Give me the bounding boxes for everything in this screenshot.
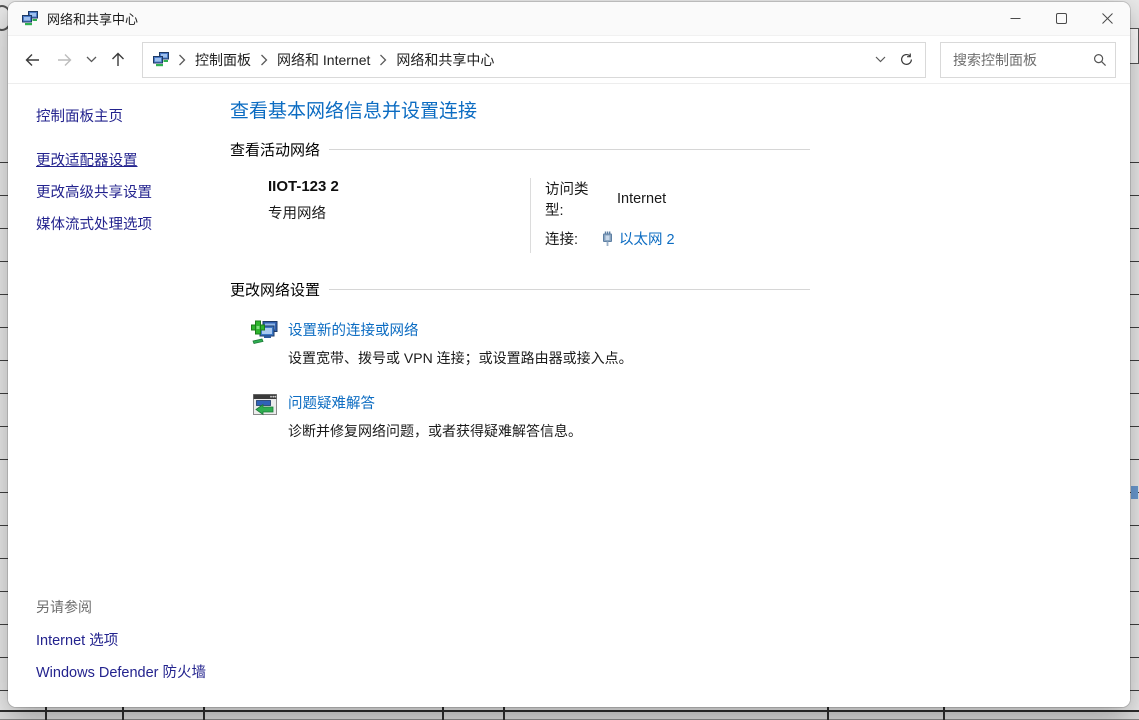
sidebar-item-media-streaming-options[interactable]: 媒体流式处理选项 [36, 213, 222, 234]
change-settings-header-row: 更改网络设置 [230, 279, 810, 300]
close-button[interactable] [1084, 2, 1130, 35]
connections-label: 连接: [545, 228, 601, 249]
sidebar-item-change-adapter-settings[interactable]: 更改适配器设置 [36, 149, 222, 170]
maximize-button[interactable] [1038, 2, 1084, 35]
task-text: 设置新的连接或网络 设置宽带、拨号或 VPN 连接；或设置路由器或接入点。 [288, 316, 633, 368]
active-networks-header-row: 查看活动网络 [230, 139, 810, 160]
sidebar-item-advanced-sharing-settings[interactable]: 更改高级共享设置 [36, 181, 222, 202]
see-also-internet-options[interactable]: Internet 选项 [36, 629, 206, 650]
network-name: IIOT-123 2 [268, 178, 530, 195]
address-bar-actions [867, 47, 919, 73]
divider [329, 289, 810, 290]
search-icon[interactable] [1093, 53, 1107, 67]
sidebar-item-control-panel-home[interactable]: 控制面板主页 [36, 105, 222, 126]
access-type-label: 访问类型: [545, 178, 601, 220]
background-grid-vline [203, 707, 205, 720]
breadcrumb-control-panel[interactable]: 控制面板 [191, 47, 255, 73]
breadcrumb-network-internet[interactable]: 网络和 Internet [273, 47, 374, 73]
active-networks-header: 查看活动网络 [230, 139, 320, 160]
recent-pages-dropdown[interactable] [82, 46, 100, 74]
chevron-right-icon [173, 51, 191, 69]
active-network-item: IIOT-123 2 专用网络 访问类型: Internet 连接: [230, 178, 810, 257]
address-bar[interactable]: 控制面板 网络和 Internet 网络和共享中心 [142, 42, 926, 78]
up-button[interactable] [104, 46, 132, 74]
background-grid-vline [503, 707, 505, 720]
sidebar: 控制面板主页 更改适配器设置 更改高级共享设置 媒体流式处理选项 另请参阅 In… [8, 84, 222, 707]
window-body: 控制面板主页 更改适配器设置 更改高级共享设置 媒体流式处理选项 另请参阅 In… [8, 84, 1130, 707]
connection-ethernet-link[interactable]: 以太网 2 [619, 228, 675, 249]
troubleshoot-icon [250, 390, 280, 420]
network-sharing-center-window: 网络和共享中心 [8, 2, 1130, 707]
search-box [940, 42, 1116, 78]
troubleshoot-link[interactable]: 问题疑难解答 [288, 392, 582, 413]
chevron-right-icon [255, 51, 273, 69]
task-setup-new-connection: 设置新的连接或网络 设置宽带、拨号或 VPN 连接；或设置路由器或接入点。 [250, 316, 810, 368]
see-also-windows-defender-firewall[interactable]: Windows Defender 防火墙 [36, 661, 206, 682]
background-grid-vline [827, 707, 829, 720]
window-controls [992, 2, 1130, 35]
back-button[interactable] [18, 46, 46, 74]
forward-button[interactable] [50, 46, 78, 74]
background-grid-vline [943, 707, 945, 720]
titlebar: 网络和共享中心 [8, 2, 1130, 36]
navigation-bar: 控制面板 网络和 Internet 网络和共享中心 [8, 36, 1130, 84]
background-grid-vline [122, 707, 124, 720]
search-input[interactable] [951, 51, 1093, 69]
change-settings-section: 更改网络设置 [230, 279, 810, 441]
network-location-icon [153, 52, 169, 68]
page-title: 查看基本网络信息并设置连接 [230, 96, 810, 123]
background-icon-fragment [1131, 486, 1138, 499]
chevron-right-icon [374, 51, 392, 69]
task-troubleshoot: 问题疑难解答 诊断并修复网络问题，或者获得疑难解答信息。 [250, 389, 810, 441]
troubleshoot-description: 诊断并修复网络问题，或者获得疑难解答信息。 [288, 421, 582, 441]
see-also-header: 另请参阅 [36, 597, 206, 617]
see-also-section: 另请参阅 Internet 选项 Windows Defender 防火墙 [36, 597, 206, 693]
window-title: 网络和共享中心 [47, 9, 138, 28]
refresh-icon[interactable] [893, 47, 919, 73]
setup-new-connection-description: 设置宽带、拨号或 VPN 连接；或设置路由器或接入点。 [288, 348, 633, 368]
main-pane: 查看基本网络信息并设置连接 查看活动网络 IIOT-123 2 专用网络 访问类… [222, 84, 1130, 707]
network-app-icon [22, 11, 38, 27]
task-text: 问题疑难解答 诊断并修复网络问题，或者获得疑难解答信息。 [288, 389, 582, 441]
ethernet-plug-icon [601, 230, 614, 247]
change-settings-header: 更改网络设置 [230, 279, 320, 300]
network-profile: 专用网络 [268, 202, 530, 223]
new-connection-icon [250, 317, 280, 347]
active-network-details: 访问类型: Internet 连接: [531, 178, 675, 257]
divider [329, 149, 810, 150]
breadcrumb-network-sharing-center[interactable]: 网络和共享中心 [392, 47, 498, 73]
access-type-value: Internet [617, 191, 666, 207]
minimize-button[interactable] [992, 2, 1038, 35]
setup-new-connection-link[interactable]: 设置新的连接或网络 [288, 319, 633, 340]
active-network-identity: IIOT-123 2 专用网络 [230, 178, 530, 257]
background-grid-vline [442, 707, 444, 720]
background-grid-vline [45, 707, 47, 720]
address-dropdown-chevron-icon[interactable] [867, 47, 893, 73]
